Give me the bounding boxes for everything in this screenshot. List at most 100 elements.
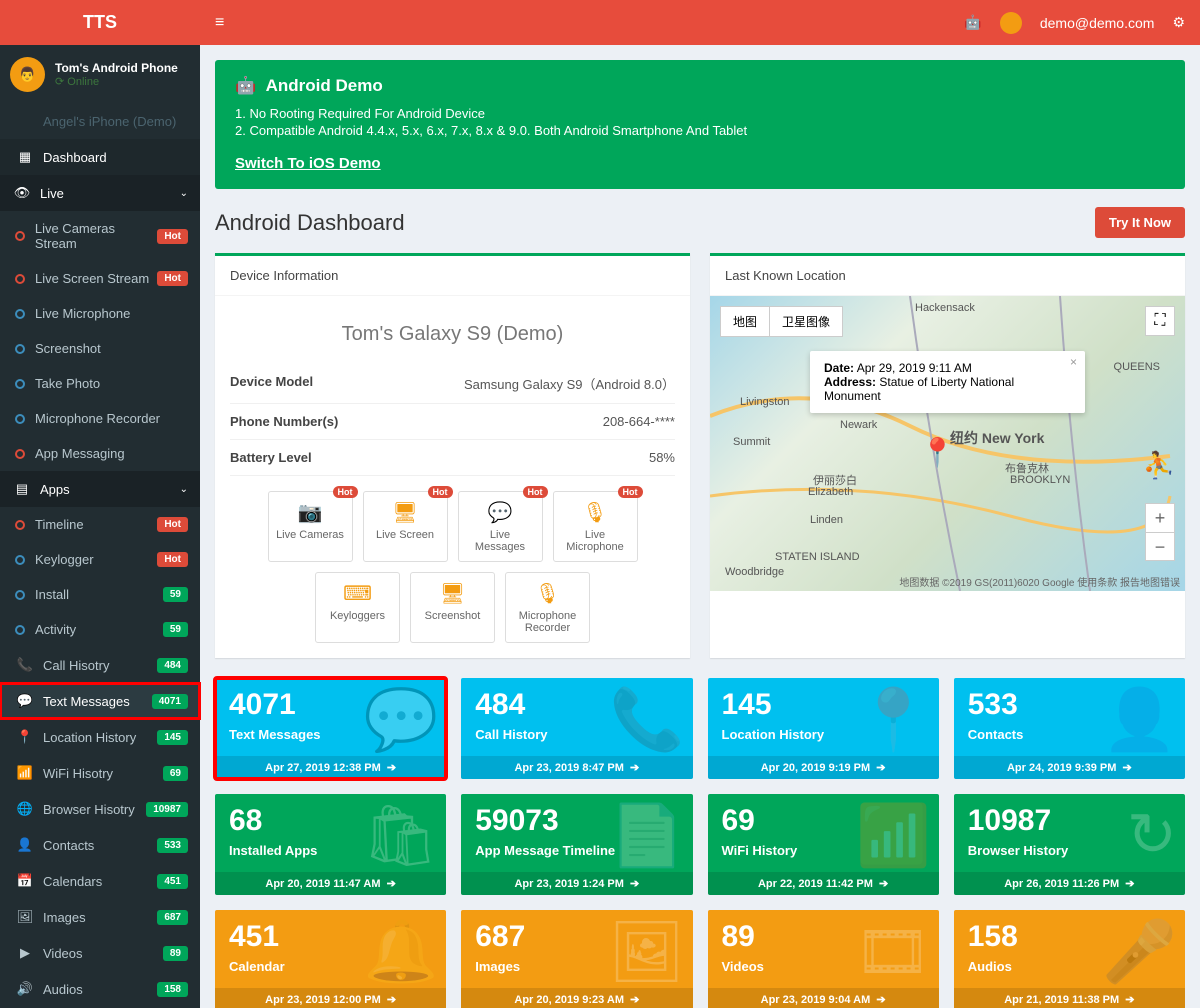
map-pin-icon: 📍 — [920, 436, 955, 469]
hot-badge: Hot — [523, 486, 548, 498]
stat-footer: Apr 26, 2019 11:26 PM ➔ — [954, 872, 1185, 895]
banner-title: Android Demo — [266, 76, 383, 95]
sidebar-section-live[interactable]: 👁 Live ⌄ — [0, 175, 200, 211]
chevron-down-icon: ⌄ — [180, 188, 188, 199]
shortcut-button[interactable]: 🎙Microphone Recorder — [505, 572, 590, 643]
map-info-popup: × Date: Apr 29, 2019 9:11 AM Address: St… — [810, 351, 1085, 413]
banner-line: 1. No Rooting Required For Android Devic… — [235, 106, 1165, 121]
stat-card[interactable]: 💬4071Text MessagesApr 27, 2019 12:38 PM … — [215, 678, 446, 779]
shortcut-button[interactable]: Hot📷Live Cameras — [268, 491, 353, 562]
location-box: Last Known Location Hackensack Newark 纽约… — [710, 253, 1185, 658]
zoom-out-button[interactable]: − — [1146, 532, 1174, 560]
sidebar-item[interactable]: Live Screen StreamHot — [0, 261, 200, 296]
sidebar-item[interactable]: 🌐Browser Hisotry10987 — [0, 791, 200, 827]
stat-card[interactable]: 🎤158AudiosApr 21, 2019 11:38 PM ➔ — [954, 910, 1185, 1008]
nav-icon: 📅 — [15, 873, 35, 889]
sidebar-item[interactable]: Live Microphone — [0, 296, 200, 331]
sidebar-item[interactable]: ▶Videos89 — [0, 935, 200, 971]
sidebar-demo-switch[interactable]: Angel's iPhone (Demo) — [0, 104, 200, 139]
stat-card[interactable]: 🎞89VideosApr 23, 2019 9:04 AM ➔ — [708, 910, 939, 1008]
sidebar-item[interactable]: Live Cameras StreamHot — [0, 211, 200, 261]
badge: Hot — [157, 552, 188, 567]
sidebar-item[interactable]: 📞 Call Hisotry 484 — [0, 647, 200, 683]
badge: 484 — [157, 658, 188, 673]
label: Date: — [824, 361, 854, 375]
status-dot-icon — [15, 555, 25, 565]
map[interactable]: Hackensack Newark 纽约 New York Livingston… — [710, 296, 1185, 591]
fullscreen-icon[interactable]: ⛶ — [1145, 306, 1175, 336]
shortcut-label: Live Cameras — [276, 529, 344, 541]
stat-footer: Apr 20, 2019 9:23 AM ➔ — [461, 988, 692, 1008]
stat-card[interactable]: 📄59073App Message TimelineApr 23, 2019 1… — [461, 794, 692, 895]
nav-label: Images — [43, 910, 86, 925]
stat-card[interactable]: 📶69WiFi HistoryApr 22, 2019 11:42 PM ➔ — [708, 794, 939, 895]
android-icon[interactable]: 🤖 — [964, 14, 981, 31]
value: Apr 29, 2019 9:11 AM — [857, 361, 972, 375]
badge: 59 — [163, 622, 188, 637]
badge: 158 — [157, 982, 188, 997]
zoom-in-button[interactable]: + — [1146, 504, 1174, 532]
badge: Hot — [157, 271, 188, 286]
sidebar-item[interactable]: Screenshot — [0, 331, 200, 366]
shortcut-button[interactable]: Hot🎙Live Microphone — [553, 491, 638, 562]
sidebar-section-apps[interactable]: ▤ Apps ⌄ — [0, 471, 200, 507]
stat-footer: Apr 23, 2019 1:24 PM ➔ — [461, 872, 692, 895]
banner-line: 2. Compatible Android 4.4.x, 5.x, 6.x, 7… — [235, 123, 1165, 138]
nav-label: Audios — [43, 982, 83, 997]
demo-switch-label: Angel's iPhone (Demo) — [43, 114, 176, 129]
sidebar-item[interactable]: 📍Location History145 — [0, 719, 200, 755]
map-label: STATEN ISLAND — [775, 551, 860, 563]
sidebar-item-dashboard[interactable]: ▦ Dashboard — [0, 139, 200, 175]
sidebar-item[interactable]: Keylogger Hot — [0, 542, 200, 577]
nav-label: Screenshot — [35, 341, 101, 356]
stat-card[interactable]: 📞484Call HistoryApr 23, 2019 8:47 PM ➔ — [461, 678, 692, 779]
shortcut-button[interactable]: Hot💬Live Messages — [458, 491, 543, 562]
sidebar-item[interactable]: 🖼Images687 — [0, 899, 200, 935]
status-dot-icon — [15, 520, 25, 530]
sidebar-item[interactable]: 📅Calendars451 — [0, 863, 200, 899]
sidebar-item[interactable]: Microphone Recorder — [0, 401, 200, 436]
shortcut-icon: 💬 — [465, 500, 536, 525]
try-button[interactable]: Try It Now — [1095, 207, 1185, 238]
menu-toggle-icon[interactable]: ≡ — [215, 14, 224, 32]
map-label: 布鲁克林 — [1005, 460, 1049, 476]
sidebar-item[interactable]: TimelineHot — [0, 507, 200, 542]
shortcut-button[interactable]: Hot🖥Live Screen — [363, 491, 448, 562]
sidebar-item[interactable]: Activity59 — [0, 612, 200, 647]
sidebar-item[interactable]: App Messaging — [0, 436, 200, 471]
map-satellite-button[interactable]: 卫星图像 — [770, 306, 843, 337]
sidebar-item[interactable]: 📶WiFi Hisotry69 — [0, 755, 200, 791]
stat-icon: 📞 — [610, 684, 685, 755]
stat-footer: Apr 23, 2019 9:04 AM ➔ — [708, 988, 939, 1008]
stat-card[interactable]: 🖼687ImagesApr 20, 2019 9:23 AM ➔ — [461, 910, 692, 1008]
stat-card[interactable]: 🔔451CalendarApr 23, 2019 12:00 PM ➔ — [215, 910, 446, 1008]
switch-demo-link[interactable]: Switch To iOS Demo — [235, 155, 381, 172]
stat-card[interactable]: 📍145Location HistoryApr 20, 2019 9:19 PM… — [708, 678, 939, 779]
nav-label: WiFi Hisotry — [43, 766, 113, 781]
badge: 451 — [157, 874, 188, 889]
pegman-icon[interactable]: ⛹ — [1143, 450, 1175, 481]
device-info-box: Device Information Tom's Galaxy S9 (Demo… — [215, 253, 690, 658]
shortcut-button[interactable]: 🖥Screenshot — [410, 572, 495, 643]
nav-icon: 📞 — [15, 657, 35, 673]
nav-label: Call Hisotry — [43, 658, 109, 673]
map-type-button[interactable]: 地图 — [720, 306, 770, 337]
stat-card[interactable]: ↻10987Browser HistoryApr 26, 2019 11:26 … — [954, 794, 1185, 895]
settings-icon[interactable]: ⚙ — [1172, 14, 1185, 31]
avatar[interactable] — [1000, 12, 1022, 34]
sidebar-item[interactable]: 👤Contacts533 — [0, 827, 200, 863]
stat-card[interactable]: 🛍68Installed AppsApr 20, 2019 11:47 AM ➔ — [215, 794, 446, 895]
shortcut-button[interactable]: ⌨Keyloggers — [315, 572, 400, 643]
shortcut-icon: 📷 — [275, 500, 346, 525]
close-icon[interactable]: × — [1070, 355, 1077, 369]
sidebar-item[interactable]: Install59 — [0, 577, 200, 612]
stat-card[interactable]: 👤533ContactsApr 24, 2019 9:39 PM ➔ — [954, 678, 1185, 779]
stat-footer: Apr 27, 2019 12:38 PM ➔ — [215, 756, 446, 779]
user-email[interactable]: demo@demo.com — [1040, 15, 1155, 31]
sidebar-item[interactable]: Take Photo — [0, 366, 200, 401]
sidebar-item[interactable]: 💬Text Messages4071 — [0, 683, 200, 719]
sidebar-item[interactable]: 🔊Audios158 — [0, 971, 200, 1007]
nav-label: Microphone Recorder — [35, 411, 160, 426]
nav-label: Keylogger — [35, 552, 94, 567]
page-title: Android Dashboard — [215, 210, 405, 236]
